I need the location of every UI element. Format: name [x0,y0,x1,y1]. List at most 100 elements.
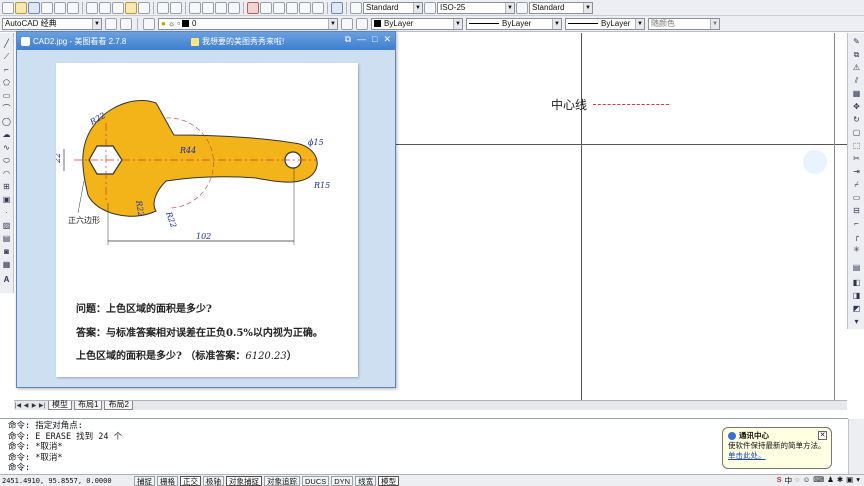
break-icon[interactable]: ▭ [851,193,862,203]
lineweight-select[interactable]: ByLayer ▼ [565,17,645,30]
maximize-icon[interactable]: □ [372,34,377,45]
dim-style-select[interactable]: ISO-25 ▼ [437,1,515,14]
move-icon[interactable]: ✥ [851,102,862,112]
ellipse-icon[interactable]: ⬭ [1,156,12,166]
table-style-select[interactable]: Standard ▼ [529,1,593,14]
viewer-title-bar[interactable]: CAD2.jpg - 美图看看 2.7.8 我想要的美图秀秀来啦! ⧉ — □ … [17,32,395,50]
layer-select[interactable]: ● ☼ ▫ 0 ▼ [158,17,338,30]
last-tab-icon[interactable]: ▶| [38,402,46,410]
copy-object-icon[interactable]: ⧉ [851,50,862,60]
undo-icon[interactable] [157,1,169,14]
gradient-icon[interactable]: ▤ [1,234,12,244]
pan-icon[interactable] [189,1,201,14]
array-icon[interactable]: ▦ [851,89,862,99]
plot-preview-icon[interactable] [54,1,66,14]
dyn-toggle[interactable]: DYN [331,475,354,486]
inquiry-icon[interactable]: ◩ [851,304,862,314]
layer-states-icon[interactable] [143,17,155,30]
next-tab-icon[interactable]: ▶ [30,402,38,410]
table-icon[interactable]: ▦ [1,260,12,270]
fillet-icon[interactable]: ╭ [851,232,862,242]
line-icon[interactable]: ╱ [1,39,12,49]
region-icon[interactable]: ◙ [1,247,12,257]
design-center-icon[interactable] [260,1,272,14]
layer-previous-icon[interactable] [356,17,368,30]
skin-icon[interactable]: ♟ [827,475,834,486]
markup-icon[interactable] [299,1,311,14]
tool-palettes-icon[interactable] [273,1,285,14]
text-style-select[interactable]: Standard ▼ [363,1,423,14]
close-icon[interactable]: ✕ [383,34,391,45]
tab-layout2[interactable]: 布局2 [104,401,133,410]
tray-settings-icon[interactable]: ▾ [856,475,860,486]
promo-banner[interactable]: 我想要的美图秀秀来啦! [191,36,284,47]
chamfer-icon[interactable]: ⌐ [851,219,862,229]
new-icon[interactable] [2,1,14,14]
tools-icon[interactable]: ✱ [837,475,843,486]
rotate-icon[interactable]: ↻ [851,115,862,125]
revision-cloud-icon[interactable]: ☁ [1,130,12,140]
prev-tab-icon[interactable]: ◀ [22,402,30,410]
color-select[interactable]: ByLayer ▼ [371,17,463,30]
polygon-icon[interactable]: ⬠ [1,78,12,88]
snap-toggle[interactable]: 捕捉 [134,475,155,486]
publish-icon[interactable] [67,1,79,14]
layer-tools-icon[interactable]: ◧ [851,278,862,288]
stretch-icon[interactable]: ⬚ [851,141,862,151]
linetype-select[interactable]: ByLayer ▼ [466,17,562,30]
draworder-icon[interactable]: ▤ [851,263,862,273]
sogou-icon[interactable]: S [777,475,782,486]
command-window[interactable]: 命令: 指定对角点: 命令: E ERASE 找到 24 个 命令: *取消* … [0,418,864,474]
paste-icon[interactable] [112,1,124,14]
sheet-set-icon[interactable] [286,1,298,14]
bubble-link[interactable]: 单击此处。 [728,451,826,461]
block-editor-icon[interactable] [138,1,150,14]
help-icon[interactable] [331,1,343,14]
break-at-point-icon[interactable]: ⌿ [851,180,862,190]
model-toggle[interactable]: 模型 [378,475,400,486]
scale-icon[interactable]: ▢ [851,128,862,138]
mirror-icon[interactable]: ⚠ [851,63,862,73]
keyboard-icon[interactable]: ⌨ [813,475,824,486]
multiline-text-icon[interactable]: A [1,275,12,285]
zoom-previous-icon[interactable] [228,1,240,14]
polyline-icon[interactable]: ⌐ [1,65,12,75]
ime-icon[interactable]: 中 [785,475,793,486]
arc-icon[interactable]: ⌒ [1,104,12,114]
match-properties-icon[interactable] [125,1,137,14]
first-tab-icon[interactable]: |◀ [14,402,22,410]
join-icon[interactable]: ⊟ [851,206,862,216]
hatch-icon[interactable]: ▨ [1,221,12,231]
calculator-icon[interactable] [312,1,324,14]
emoji-icon[interactable]: ☺ [803,475,811,486]
workspace-settings-icon[interactable] [105,17,117,30]
ortho-toggle[interactable]: 正交 [180,475,201,486]
minimize-icon[interactable]: — [357,34,366,45]
zoom-realtime-icon[interactable] [202,1,214,14]
trim-icon[interactable]: ✂ [851,154,862,164]
make-current-layer-icon[interactable] [341,17,353,30]
ellipse-arc-icon[interactable]: ◠ [1,169,12,179]
layer-manager-icon[interactable] [120,17,132,30]
rectangle-icon[interactable]: ▭ [1,91,12,101]
extend-icon[interactable]: ⇥ [851,167,862,177]
point-icon[interactable]: · [1,208,12,218]
toolbar-more-icon[interactable]: ▾ [851,317,862,327]
tab-model[interactable]: 模型 [48,401,72,410]
tab-layout1[interactable]: 布局1 [74,401,103,410]
redo-icon[interactable] [170,1,182,14]
save-icon[interactable] [28,1,40,14]
close-icon[interactable]: ✕ [818,431,827,440]
spline-icon[interactable]: ∿ [1,143,12,153]
cut-icon[interactable] [86,1,98,14]
lock-status-icon[interactable]: ▣ [846,475,853,486]
polar-toggle[interactable]: 极轴 [203,475,224,486]
construction-line-icon[interactable]: ⟋ [1,52,12,62]
plot-style-select[interactable]: 随颜色 ▼ [648,17,720,30]
erase-icon[interactable]: ✎ [851,37,862,47]
make-block-icon[interactable]: ▣ [1,195,12,205]
insert-block-icon[interactable]: ⊞ [1,182,12,192]
offset-icon[interactable]: ⫽ [851,76,862,86]
workspace-select[interactable]: AutoCAD 经典 ▼ [2,17,102,30]
command-scrollbar[interactable] [848,419,864,474]
